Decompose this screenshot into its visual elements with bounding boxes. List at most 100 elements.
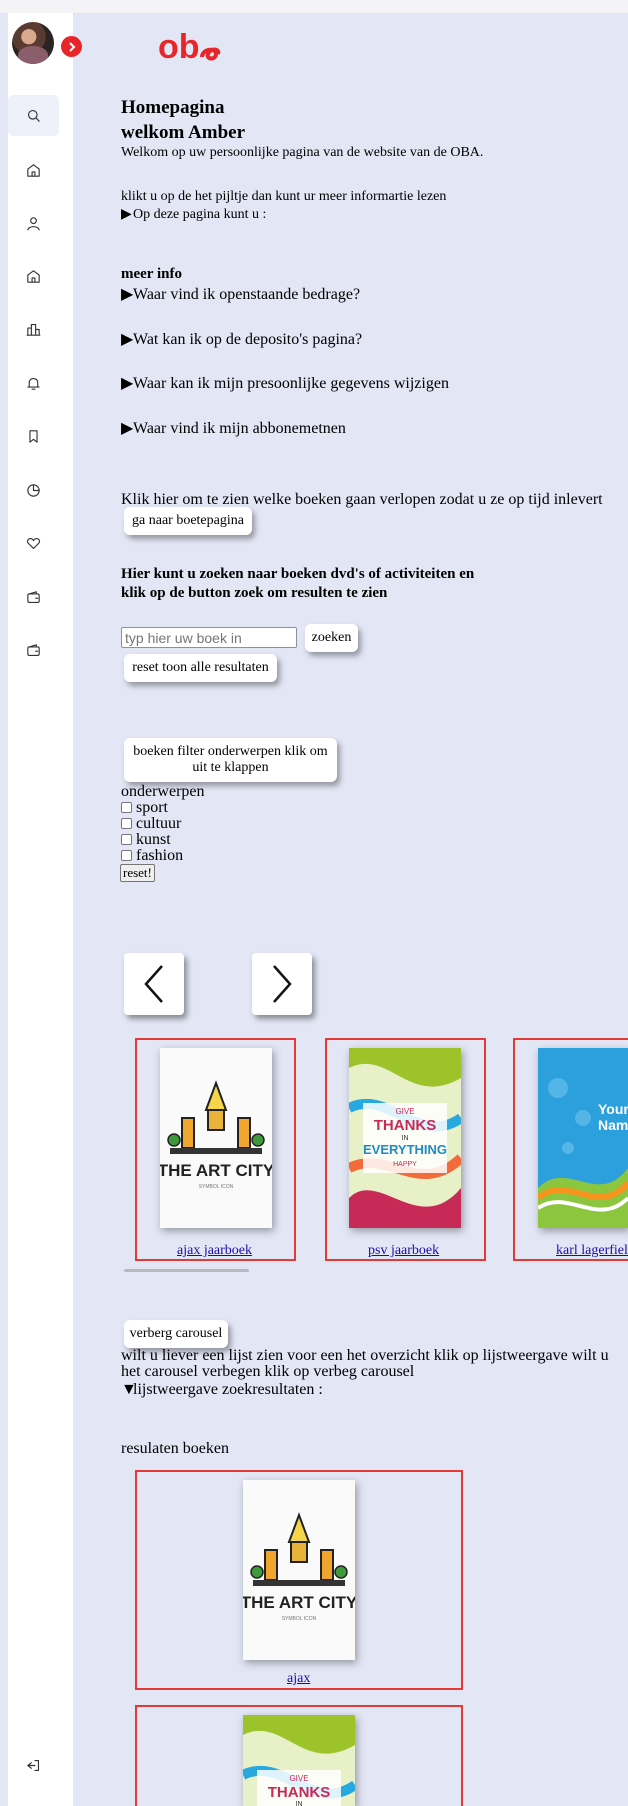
details-summary[interactable]: ▶Op deze pagina kunt u :: [121, 206, 266, 223]
filter-option-label: kunst: [136, 831, 171, 848]
hide-carousel-button[interactable]: verberg carousel: [124, 1320, 228, 1348]
filter-toggle-button[interactable]: boeken filter onderwerpen klik om uit te…: [124, 738, 337, 782]
triangle-right-icon: ▶: [121, 286, 134, 303]
search-button[interactable]: zoeken: [305, 624, 358, 652]
book-cover-art-city[interactable]: THE ART CITY SYMBOL ICON: [243, 1480, 355, 1660]
home-icon: [27, 270, 40, 283]
filter-option-label: cultuur: [136, 815, 182, 832]
checkbox[interactable]: [121, 818, 132, 829]
list-view-summary-label: lijstweergave zoekresultaten :: [133, 1381, 323, 1398]
logout-icon: [27, 1759, 40, 1772]
carousel-info-text: wilt u liever een lijst zien voor een he…: [121, 1347, 609, 1380]
sidebar-item-favorites[interactable]: [8, 523, 59, 564]
triangle-down-icon: ▼: [121, 1381, 137, 1398]
filter-reset-button[interactable]: reset!: [120, 864, 155, 882]
sidebar-item-bookmarks[interactable]: [8, 416, 59, 457]
faq-item-label: Waar vind ik mijn abbonemetnen: [133, 420, 346, 437]
triangle-right-icon: ▶: [121, 207, 132, 222]
bookmark-icon: [29, 430, 38, 443]
home-icon: [27, 164, 40, 177]
reset-results-button[interactable]: reset toon alle resultaten: [124, 654, 277, 682]
wallet-icon: [27, 591, 40, 604]
filter-option-fashion[interactable]: fashion: [121, 847, 183, 865]
results-heading: resulaten boeken: [121, 1440, 229, 1457]
chevron-left-icon: [144, 965, 163, 1003]
sidebar-item-notifications[interactable]: [8, 363, 59, 404]
bell-icon: [27, 377, 40, 390]
triangle-right-icon: ▶: [121, 420, 134, 437]
faq-item-label: Waar vind ik openstaande bedrage?: [133, 286, 361, 303]
sidebar-item-library[interactable]: [8, 309, 59, 350]
hint-text: klikt u op de het pijltje dan kunt ur me…: [121, 189, 447, 204]
checkbox[interactable]: [121, 802, 132, 813]
faq-item[interactable]: ▶Waar vind ik mijn abbonemetnen: [121, 418, 346, 438]
checkbox[interactable]: [121, 850, 132, 861]
triangle-right-icon: ▶: [121, 375, 134, 392]
chevron-right-icon: [68, 41, 75, 52]
svg-text:ob: ob: [158, 30, 200, 64]
cover-title: THE ART CITY: [160, 1161, 272, 1180]
cover-text: HAPPY: [393, 1161, 417, 1168]
cover-text: THANKS: [374, 1117, 437, 1134]
oba-logo: ob: [158, 30, 221, 64]
library-icon: [26, 323, 41, 336]
faq-item[interactable]: ▶Wat kan ik op de deposito's pagina?: [121, 329, 362, 349]
carousel-prev-button[interactable]: [124, 953, 184, 1015]
sidebar-item-wallet-2[interactable]: [8, 630, 59, 671]
sidebar-toggle-button[interactable]: [61, 36, 82, 57]
cover-text: Name: [598, 1117, 628, 1133]
book-link[interactable]: ajax jaarboek: [177, 1243, 252, 1259]
faq-item[interactable]: ▶Waar kan ik mijn presoonlijke gegevens …: [121, 373, 449, 393]
sidebar-item-wallet[interactable]: [8, 577, 59, 618]
cover-text: IN: [402, 1135, 409, 1142]
carousel-scrollbar[interactable]: [124, 1269, 249, 1272]
sidebar-item-home-2[interactable]: [8, 256, 59, 297]
sidebar-item-search[interactable]: [8, 95, 59, 136]
triangle-right-icon: ▶: [121, 331, 134, 348]
book-link[interactable]: karl lagerfield: [556, 1243, 628, 1259]
book-cover-thanks[interactable]: GIVE THANKS IN: [243, 1715, 355, 1806]
cover-subtitle: SYMBOL ICON: [199, 1184, 234, 1190]
cover-title: THE ART CITY: [243, 1593, 355, 1612]
cover-text: THANKS: [268, 1784, 331, 1801]
search-heading: Hier kunt u zoeken naar boeken dvd's of …: [121, 566, 475, 601]
cover-text: IN: [296, 1801, 303, 1806]
intro-text: Welkom op uw persoonlijke pagina van de …: [121, 145, 484, 160]
chevron-right-icon: [273, 965, 292, 1003]
sidebar-item-history[interactable]: [8, 470, 59, 511]
meer-info-heading: meer info: [121, 266, 182, 282]
details-summary-label: Op deze pagina kunt u :: [133, 207, 267, 222]
book-cover-your-name[interactable]: Your Name: [538, 1048, 628, 1228]
search-icon: [27, 109, 40, 122]
page-title: Homepagina: [121, 97, 225, 118]
book-cover-thanks[interactable]: GIVE THANKS IN EVERYTHING HAPPY: [349, 1048, 461, 1228]
top-strip: [0, 0, 628, 14]
sidebar-item-profile[interactable]: [8, 203, 59, 244]
checkbox[interactable]: [121, 834, 132, 845]
faq-item-label: Wat kan ik op de deposito's pagina?: [133, 331, 363, 348]
wallet-icon: [27, 644, 40, 657]
logout-button[interactable]: [8, 1745, 59, 1786]
user-icon: [27, 217, 40, 231]
faq-item-label: Waar kan ik mijn presoonlijke gegevens w…: [133, 375, 449, 392]
book-cover-art-city[interactable]: THE ART CITY SYMBOL ICON: [160, 1048, 272, 1228]
filter-option-label: fashion: [136, 847, 184, 864]
search-input[interactable]: [121, 627, 297, 648]
faq-item[interactable]: ▶Waar vind ik openstaande bedrage?: [121, 284, 360, 304]
avatar[interactable]: [12, 22, 54, 64]
carousel-next-button[interactable]: [252, 953, 312, 1015]
cover-subtitle: SYMBOL ICON: [282, 1616, 317, 1622]
book-link[interactable]: psv jaarboek: [368, 1243, 439, 1259]
cover-text: GIVE: [289, 1774, 308, 1783]
welcome-heading: welkom Amber: [121, 122, 246, 143]
boete-button[interactable]: ga naar boetepagina: [124, 507, 252, 535]
heart-icon: [26, 537, 41, 550]
clock-icon: [27, 484, 40, 497]
result-link[interactable]: ajax: [287, 1671, 310, 1687]
cover-text: Your: [598, 1101, 628, 1117]
cover-text: EVERYTHING: [363, 1142, 447, 1157]
filter-option-label: sport: [136, 799, 168, 816]
list-view-summary[interactable]: ▼lijstweergave zoekresultaten :: [121, 1381, 323, 1399]
cover-text: GIVE: [395, 1107, 414, 1116]
sidebar-item-home[interactable]: [8, 150, 59, 191]
